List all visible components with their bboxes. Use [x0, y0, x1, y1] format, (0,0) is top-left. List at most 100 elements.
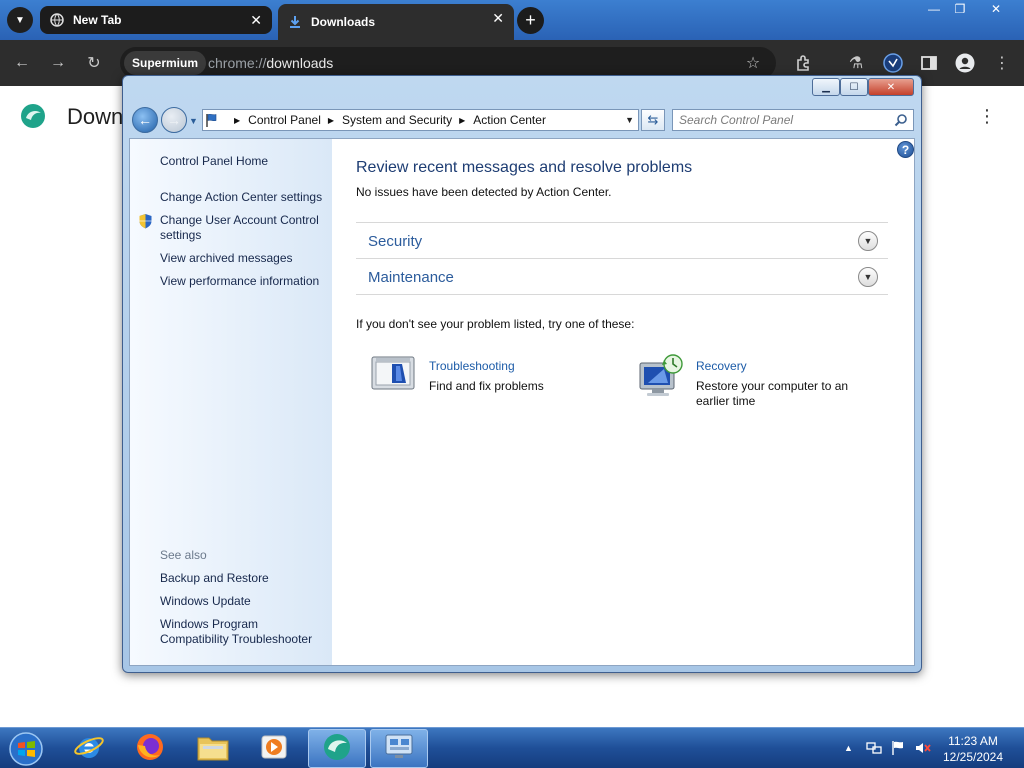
internet-explorer-icon	[73, 731, 105, 766]
troubleshooting-desc: Find and fix problems	[429, 379, 544, 393]
taskbar-internet-explorer[interactable]	[60, 729, 118, 768]
system-clock[interactable]: 11:23 AM 12/25/2024	[934, 733, 1012, 765]
tab-new-tab[interactable]: New Tab ✕	[40, 6, 272, 34]
side-panel-icon[interactable]	[918, 52, 940, 74]
volume-muted-icon[interactable]	[914, 728, 932, 768]
start-button[interactable]	[4, 730, 48, 768]
page-title: Downl	[67, 104, 129, 129]
site-chip[interactable]: Supermium	[124, 51, 207, 75]
star-icon[interactable]: ☆	[742, 52, 764, 74]
help-icon[interactable]: ?	[897, 141, 914, 158]
taskbar-control-panel[interactable]	[370, 729, 428, 768]
forward-button[interactable]: →	[161, 107, 187, 133]
clock-date: 12/25/2024	[942, 750, 1004, 764]
window-content: Control Panel Home Change Action Center …	[129, 138, 915, 666]
close-tab-icon[interactable]: ✕	[492, 10, 504, 27]
extension-badge-icon[interactable]	[882, 52, 904, 74]
network-icon[interactable]	[866, 728, 882, 768]
breadcrumb-path: ▶ Control Panel ▶ System and Security ▶ …	[227, 113, 546, 127]
back-arrow-icon[interactable]: ←	[11, 52, 33, 74]
taskbar-media-player[interactable]	[245, 729, 303, 768]
close-icon: ✕	[990, 2, 1002, 16]
close-button[interactable]: ✕	[980, 0, 1012, 18]
breadcrumb-system-and-security[interactable]: System and Security	[342, 113, 452, 127]
change-uac-settings-link[interactable]: Change User Account Control settings	[160, 213, 332, 243]
taskbar: ▲ 11:23 AM 12/25/2024	[0, 727, 1024, 768]
cp-close-button[interactable]: ✕	[868, 78, 914, 96]
breadcrumb-action-center[interactable]: Action Center	[473, 113, 546, 127]
chevron-right-icon[interactable]: ▶	[459, 116, 465, 125]
profile-avatar-icon[interactable]	[954, 52, 976, 74]
search-box	[672, 109, 914, 131]
show-hidden-icons-button[interactable]: ▲	[844, 728, 853, 768]
clock-time: 11:23 AM	[948, 734, 998, 748]
url-text[interactable]: chrome://downloads	[208, 55, 333, 71]
address-dropdown-icon[interactable]: ▼	[625, 115, 634, 125]
tab-strip: ▼ New Tab ✕ Downloads ✕ + — ❐ ✕	[0, 0, 1024, 40]
change-action-center-settings-link[interactable]: Change Action Center settings	[160, 190, 332, 205]
compatibility-troubleshooter-link[interactable]: Windows Program Compatibility Troublesho…	[160, 617, 325, 647]
media-player-icon	[259, 732, 289, 765]
view-performance-information-link[interactable]: View performance information	[160, 274, 332, 289]
minimize-icon: ▁	[822, 81, 830, 93]
url-host: downloads	[266, 55, 334, 71]
breadcrumb-control-panel[interactable]: Control Panel	[248, 113, 321, 127]
recovery-link[interactable]: Recovery	[696, 359, 747, 373]
chevron-down-icon: ▼	[15, 14, 25, 26]
breadcrumb[interactable]: ▶ Control Panel ▶ System and Security ▶ …	[202, 109, 639, 131]
chevron-up-icon: ▲	[844, 743, 853, 753]
recovery-desc: Restore your computer to an earlier time	[696, 379, 849, 408]
restore-button[interactable]: ❐	[944, 0, 976, 18]
tab-downloads[interactable]: Downloads ✕	[278, 4, 514, 40]
download-icon	[288, 15, 302, 29]
maximize-icon: ☐	[849, 81, 859, 93]
reload-icon[interactable]: ↻	[83, 52, 105, 74]
recent-pages-dropdown-icon[interactable]: ▼	[189, 116, 198, 126]
refresh-button[interactable]: ⇆	[641, 109, 665, 131]
chevron-right-icon: ▶	[234, 115, 241, 125]
cp-minimize-button[interactable]: ▁	[812, 78, 840, 96]
close-icon: ✕	[886, 81, 896, 93]
control-panel-icon	[383, 732, 415, 765]
minimize-icon: —	[928, 2, 940, 16]
forward-arrow-icon[interactable]: →	[47, 52, 69, 74]
windows-update-link[interactable]: Windows Update	[160, 594, 332, 609]
browser-menu-icon[interactable]: ⋮	[991, 52, 1013, 74]
tab-search-button[interactable]: ▼	[7, 7, 33, 33]
view-archived-messages-link[interactable]: View archived messages	[160, 251, 332, 266]
chevron-down-icon[interactable]: ▼	[858, 267, 878, 287]
control-panel-window: ▁ ☐ ✕ ← → ▼ ▶ Control Panel ▶ System and…	[122, 75, 922, 673]
back-arrow-icon: ←	[138, 112, 152, 128]
cp-maximize-button[interactable]: ☐	[840, 78, 868, 96]
chevron-down-icon[interactable]: ▼	[858, 231, 878, 251]
folder-icon	[196, 732, 230, 765]
search-input[interactable]	[679, 112, 887, 128]
globe-icon	[50, 13, 64, 27]
troubleshooting-link[interactable]: Troubleshooting	[429, 359, 515, 373]
taskbar-supermium[interactable]	[308, 729, 366, 768]
chevron-right-icon[interactable]: ▶	[328, 116, 334, 125]
refresh-icon: ⇆	[647, 112, 659, 127]
search-icon[interactable]	[894, 113, 908, 127]
recovery-icon	[636, 353, 683, 396]
tab-label: Downloads	[311, 15, 376, 29]
action-center-tray-icon[interactable]	[890, 728, 906, 768]
forward-arrow-icon: →	[167, 112, 181, 128]
uac-shield-icon	[138, 213, 153, 229]
backup-and-restore-link[interactable]: Backup and Restore	[160, 571, 332, 586]
close-tab-icon[interactable]: ✕	[250, 12, 262, 29]
taskbar-file-explorer[interactable]	[184, 729, 242, 768]
section-label: Security	[368, 233, 423, 250]
back-button[interactable]: ←	[132, 107, 158, 133]
taskbar-firefox[interactable]	[121, 729, 179, 768]
lab-flask-icon[interactable]: ⚗	[845, 52, 867, 74]
control-panel-home-link[interactable]: Control Panel Home	[160, 154, 332, 169]
extensions-icon[interactable]	[793, 52, 815, 74]
troubleshooting-icon	[370, 353, 416, 395]
security-section[interactable]: Security ▼	[356, 222, 888, 258]
maintenance-section[interactable]: Maintenance ▼	[356, 258, 888, 294]
more-options-icon[interactable]: ⋮	[978, 106, 996, 127]
suggestion-prompt: If you don't see your problem listed, tr…	[356, 317, 635, 331]
main-pane: ? Review recent messages and resolve pro…	[332, 139, 914, 665]
new-tab-button[interactable]: +	[517, 7, 544, 34]
